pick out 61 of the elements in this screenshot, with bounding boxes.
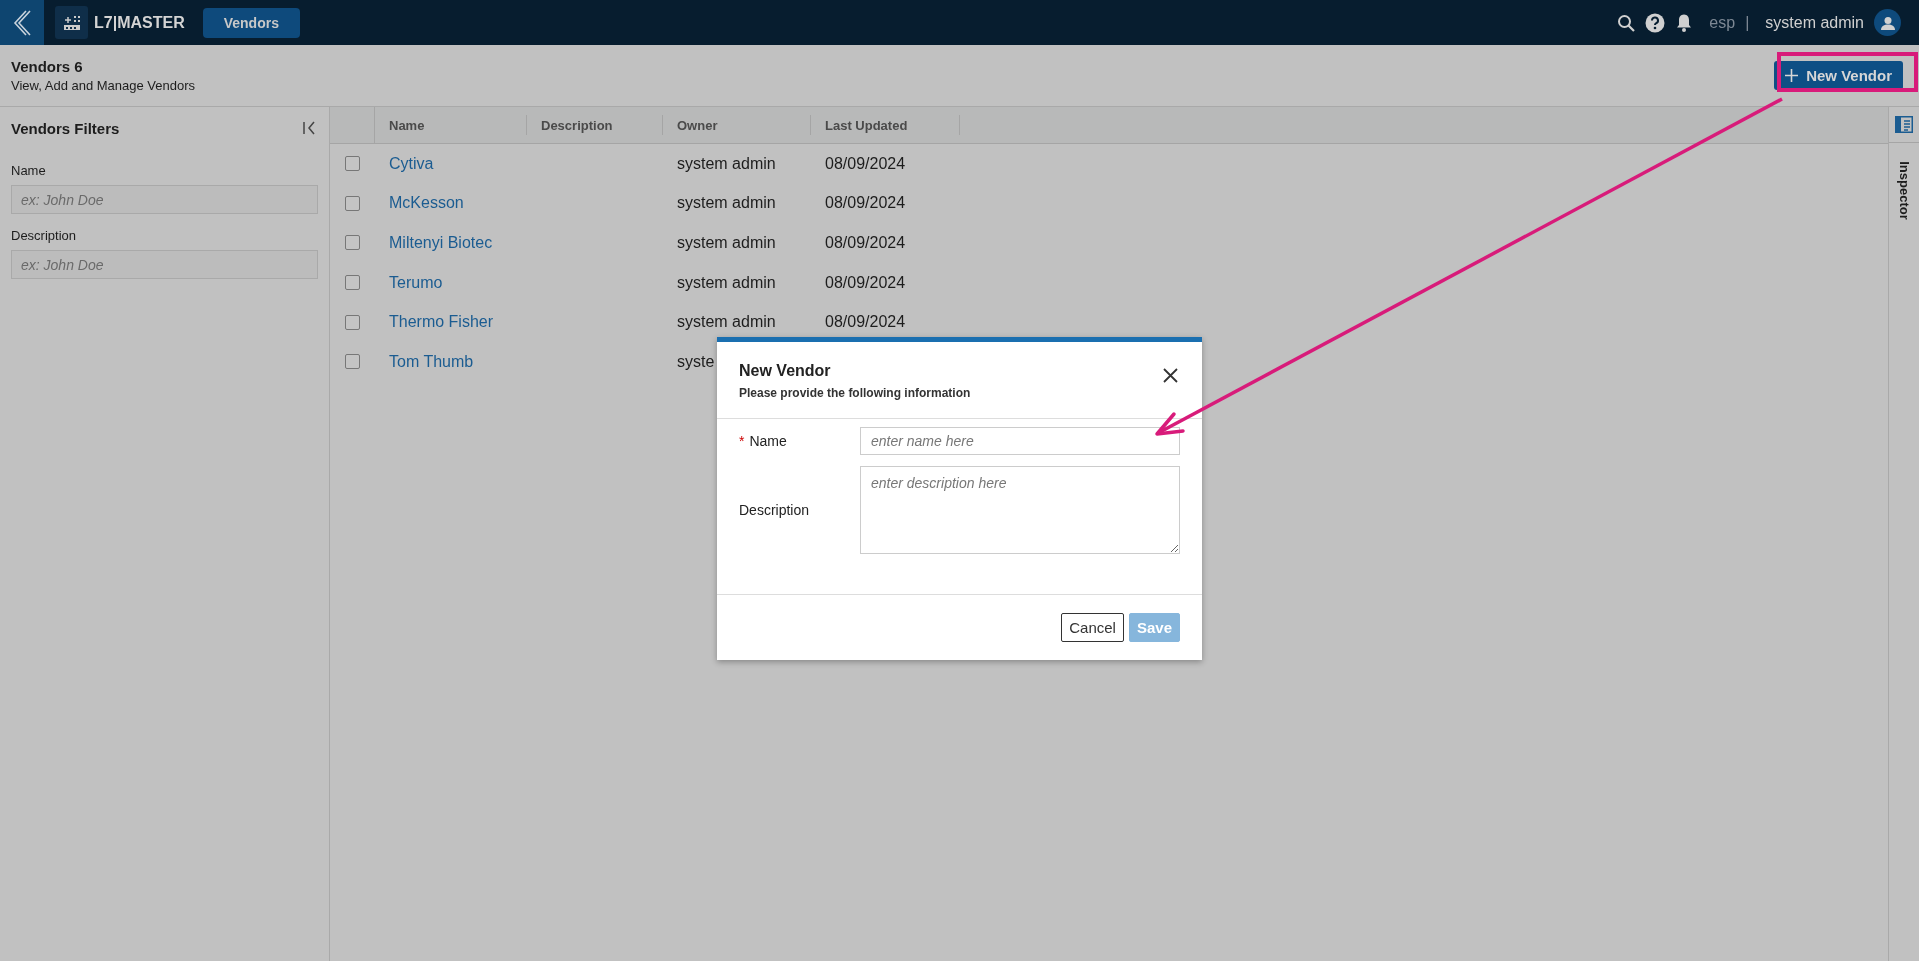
vendor-link[interactable]: Thermo Fisher bbox=[389, 313, 494, 332]
owner-text: system admin bbox=[677, 313, 776, 332]
date-text: 08/09/2024 bbox=[825, 313, 906, 332]
owner-text: system admin bbox=[677, 234, 776, 252]
search-icon[interactable] bbox=[1617, 13, 1636, 32]
row-checkbox[interactable] bbox=[345, 235, 360, 251]
column-header[interactable]: Description bbox=[527, 107, 663, 143]
page-subtitle: View, Add and Manage Vendors bbox=[11, 78, 196, 93]
language-code[interactable]: esp bbox=[1709, 13, 1736, 32]
bell-icon[interactable] bbox=[1675, 12, 1694, 33]
row-checkbox[interactable] bbox=[345, 275, 360, 291]
filter-input[interactable]: ex: John Doe bbox=[11, 250, 318, 279]
panel-title: Vendors Filters bbox=[11, 119, 120, 137]
row-checkbox[interactable] bbox=[345, 195, 360, 211]
vendor-link[interactable]: Terumo bbox=[389, 273, 443, 292]
description-textarea[interactable]: enter description here bbox=[860, 466, 1180, 554]
field-label: Name bbox=[11, 163, 47, 178]
dialog-subtitle: Please provide the following information bbox=[739, 386, 971, 400]
user-avatar-icon[interactable] bbox=[1874, 9, 1901, 36]
separator-text: | bbox=[1745, 13, 1750, 32]
vendor-link[interactable]: Miltenyi Biotec bbox=[389, 234, 493, 252]
owner-text: syste bbox=[677, 352, 715, 371]
page-title: Vendors 6 bbox=[11, 58, 84, 75]
row-checkbox[interactable] bbox=[345, 314, 360, 330]
owner-text: system admin bbox=[677, 154, 776, 173]
inspector-tab[interactable]: Inspector bbox=[1896, 161, 1912, 220]
column-header[interactable]: Owner bbox=[663, 107, 811, 143]
date-text: 08/09/2024 bbox=[825, 273, 906, 292]
column-header[interactable]: Name bbox=[375, 107, 527, 143]
help-icon[interactable] bbox=[1645, 12, 1666, 33]
field-label: Description bbox=[739, 502, 810, 518]
user-name[interactable]: system admin bbox=[1765, 13, 1864, 32]
date-text: 08/09/2024 bbox=[825, 154, 906, 173]
dialog-title: New Vendor bbox=[739, 362, 831, 380]
close-icon[interactable] bbox=[1163, 368, 1178, 383]
collapse-icon[interactable] bbox=[303, 121, 316, 135]
date-text: 08/09/2024 bbox=[825, 194, 906, 213]
column-header[interactable]: Last Updated bbox=[811, 107, 960, 143]
new-vendor-button[interactable]: New Vendor bbox=[1774, 61, 1903, 90]
back-button[interactable] bbox=[0, 0, 44, 45]
field-label: Description bbox=[11, 228, 78, 243]
vendor-link[interactable]: McKesson bbox=[389, 194, 464, 213]
name-input[interactable]: enter name here bbox=[860, 427, 1180, 455]
field-label: Name bbox=[749, 433, 787, 449]
row-checkbox[interactable] bbox=[345, 354, 360, 370]
date-text: 08/09/2024 bbox=[825, 234, 906, 252]
nav-tab[interactable]: Vendors bbox=[202, 7, 300, 38]
panel-icon[interactable] bbox=[1895, 116, 1913, 133]
chevron-left-icon bbox=[12, 8, 32, 37]
grid-icon bbox=[61, 13, 82, 32]
owner-text: system admin bbox=[677, 273, 776, 292]
app-name: L7|MASTER bbox=[94, 13, 185, 32]
cancel-button[interactable]: Cancel bbox=[1061, 613, 1124, 642]
vendor-link[interactable]: Tom Thumb bbox=[389, 352, 474, 371]
owner-text: system admin bbox=[677, 194, 776, 213]
row-checkbox[interactable] bbox=[345, 156, 360, 172]
required-marker: * bbox=[739, 433, 745, 449]
vendor-link[interactable]: Cytiva bbox=[389, 154, 434, 173]
filter-input[interactable]: ex: John Doe bbox=[11, 185, 318, 214]
person-icon bbox=[1880, 15, 1895, 30]
plus-icon bbox=[1785, 69, 1799, 82]
